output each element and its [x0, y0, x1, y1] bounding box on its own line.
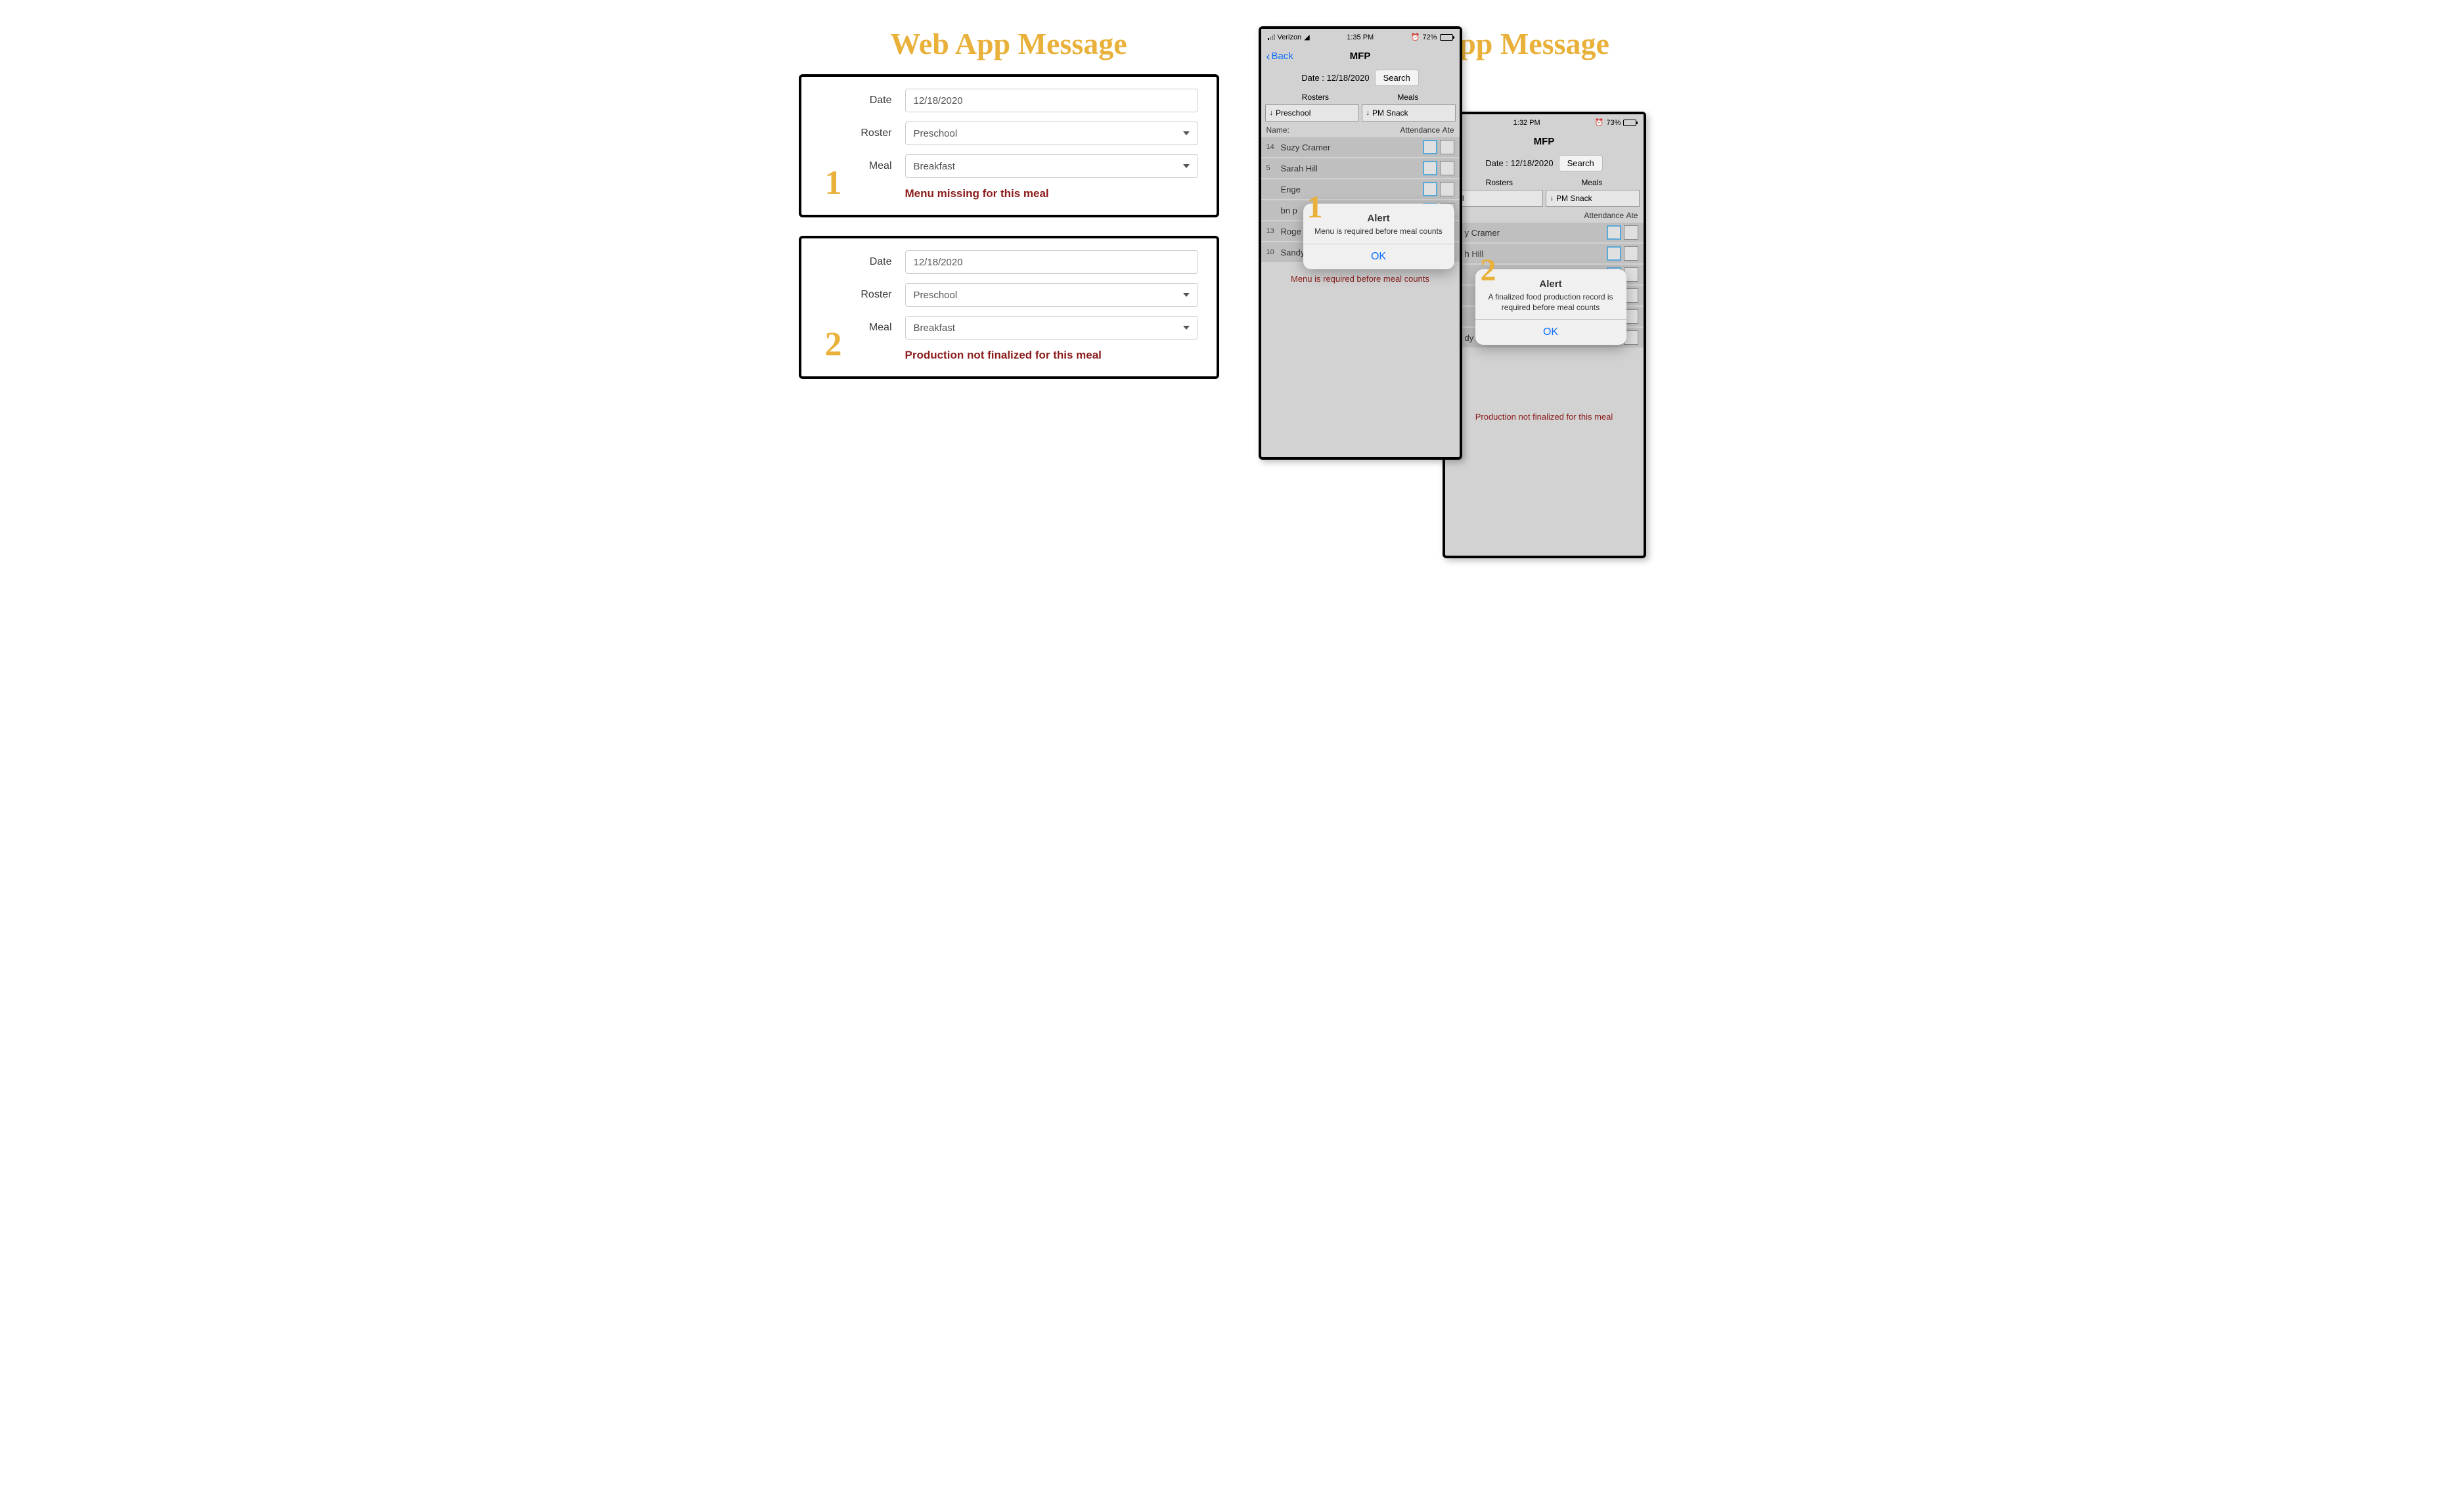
search-button[interactable]: Search	[1559, 155, 1603, 171]
status-bar: 1:32 PM ⏰ 73%	[1445, 114, 1644, 131]
battery-percent: 73%	[1606, 119, 1621, 127]
signal-icon	[1268, 34, 1275, 40]
arrow-down-icon: ↓	[1366, 109, 1370, 117]
arrow-down-icon: ↓	[1270, 109, 1274, 117]
status-time: 1:35 PM	[1347, 33, 1374, 41]
ate-checkbox[interactable]	[1624, 225, 1638, 240]
annotation-number-2: 2	[1481, 255, 1496, 286]
list-item: 5Sarah Hill	[1261, 158, 1460, 179]
meal-select[interactable]: Breakfast	[905, 316, 1198, 340]
meal-dropdown[interactable]: ↓PM Snack	[1362, 104, 1456, 122]
attendance-checkbox[interactable]	[1423, 140, 1437, 154]
meals-header: Meals	[1581, 178, 1602, 187]
web-heading: Web App Message	[890, 26, 1127, 61]
ate-checkbox[interactable]	[1440, 161, 1454, 175]
ate-header: Ate	[1626, 211, 1638, 220]
web-card-1: Date 12/18/2020 Roster Preschool Meal Br…	[799, 74, 1219, 217]
chevron-down-icon	[1183, 131, 1190, 135]
back-button[interactable]: ‹Back	[1266, 51, 1293, 62]
error-message: Menu missing for this meal	[905, 187, 1198, 200]
roster-select[interactable]: Preschool	[905, 122, 1198, 145]
ate-checkbox[interactable]	[1440, 140, 1454, 154]
list-item: Enge	[1261, 179, 1460, 200]
nav-title: MFP	[1350, 51, 1371, 62]
error-message: Production not finalized for this meal	[905, 349, 1198, 362]
annotation-number-1: 1	[1307, 192, 1323, 223]
attendance-checkbox[interactable]	[1607, 225, 1621, 240]
alert-title: Alert	[1314, 213, 1444, 224]
alarm-icon: ⏰	[1595, 118, 1604, 127]
rosters-header: Rosters	[1302, 93, 1329, 102]
alert-message: Menu is required before meal counts	[1314, 227, 1444, 237]
search-button[interactable]: Search	[1375, 70, 1419, 86]
date-label: Date : 12/18/2020	[1485, 158, 1553, 168]
alert-message: A finalized food production record is re…	[1486, 292, 1616, 313]
roster-label: Roster	[820, 127, 905, 139]
alert-dialog-2: Alert A finalized food production record…	[1475, 269, 1626, 345]
date-input[interactable]: 12/18/2020	[905, 250, 1198, 274]
date-label: Date	[820, 256, 905, 268]
list-item: y Cramer	[1445, 223, 1644, 244]
web-card-2: Date 12/18/2020 Roster Preschool Meal Br…	[799, 236, 1219, 379]
ate-checkbox[interactable]	[1440, 182, 1454, 196]
nav-title: MFP	[1534, 136, 1555, 147]
carrier-label: Verizon	[1278, 33, 1302, 41]
nav-bar: ‹Back MFP	[1261, 45, 1460, 67]
roster-dropdown[interactable]: ool	[1449, 190, 1543, 207]
list-item: h Hill	[1445, 244, 1644, 265]
ate-header: Ate	[1442, 125, 1454, 135]
alarm-icon: ⏰	[1411, 33, 1420, 41]
ok-button[interactable]: OK	[1303, 244, 1454, 269]
chevron-left-icon: ‹	[1266, 51, 1270, 62]
alert-dialog-1: Alert Menu is required before meal count…	[1303, 204, 1454, 269]
attendance-header: Attendance	[1584, 211, 1624, 220]
attendance-checkbox[interactable]	[1423, 161, 1437, 175]
ate-checkbox[interactable]	[1624, 246, 1638, 261]
roster-label: Roster	[820, 289, 905, 301]
battery-icon	[1440, 34, 1453, 41]
attendance-header: Attendance	[1400, 125, 1440, 135]
status-time: 1:32 PM	[1513, 119, 1540, 127]
roster-select[interactable]: Preschool	[905, 283, 1198, 307]
meal-dropdown[interactable]: ↓PM Snack	[1546, 190, 1640, 207]
attendance-checkbox[interactable]	[1607, 246, 1621, 261]
meal-select[interactable]: Breakfast	[905, 154, 1198, 178]
chevron-down-icon	[1183, 326, 1190, 330]
date-input[interactable]: 12/18/2020	[905, 89, 1198, 112]
nav-bar: MFP	[1445, 131, 1644, 152]
annotation-number-1: 1	[825, 166, 842, 200]
date-label: Date	[820, 95, 905, 106]
wifi-icon: ◢	[1304, 33, 1309, 41]
arrow-down-icon: ↓	[1550, 194, 1554, 202]
annotation-number-2: 2	[825, 328, 842, 362]
status-bar: Verizon ◢ 1:35 PM ⏰ 72%	[1261, 29, 1460, 45]
meals-header: Meals	[1397, 93, 1418, 102]
list-item: 14Suzy Cramer	[1261, 137, 1460, 158]
rosters-header: Rosters	[1486, 178, 1513, 187]
chevron-down-icon	[1183, 164, 1190, 168]
roster-dropdown[interactable]: ↓Preschool	[1265, 104, 1359, 122]
attendance-checkbox[interactable]	[1423, 182, 1437, 196]
ok-button[interactable]: OK	[1475, 319, 1626, 345]
date-label: Date : 12/18/2020	[1301, 73, 1369, 83]
battery-percent: 72%	[1422, 33, 1437, 41]
battery-icon	[1623, 120, 1636, 126]
chevron-down-icon	[1183, 293, 1190, 297]
name-header: Name:	[1266, 125, 1289, 135]
error-message: Production not finalized for this meal	[1445, 401, 1644, 432]
alert-title: Alert	[1486, 278, 1616, 290]
